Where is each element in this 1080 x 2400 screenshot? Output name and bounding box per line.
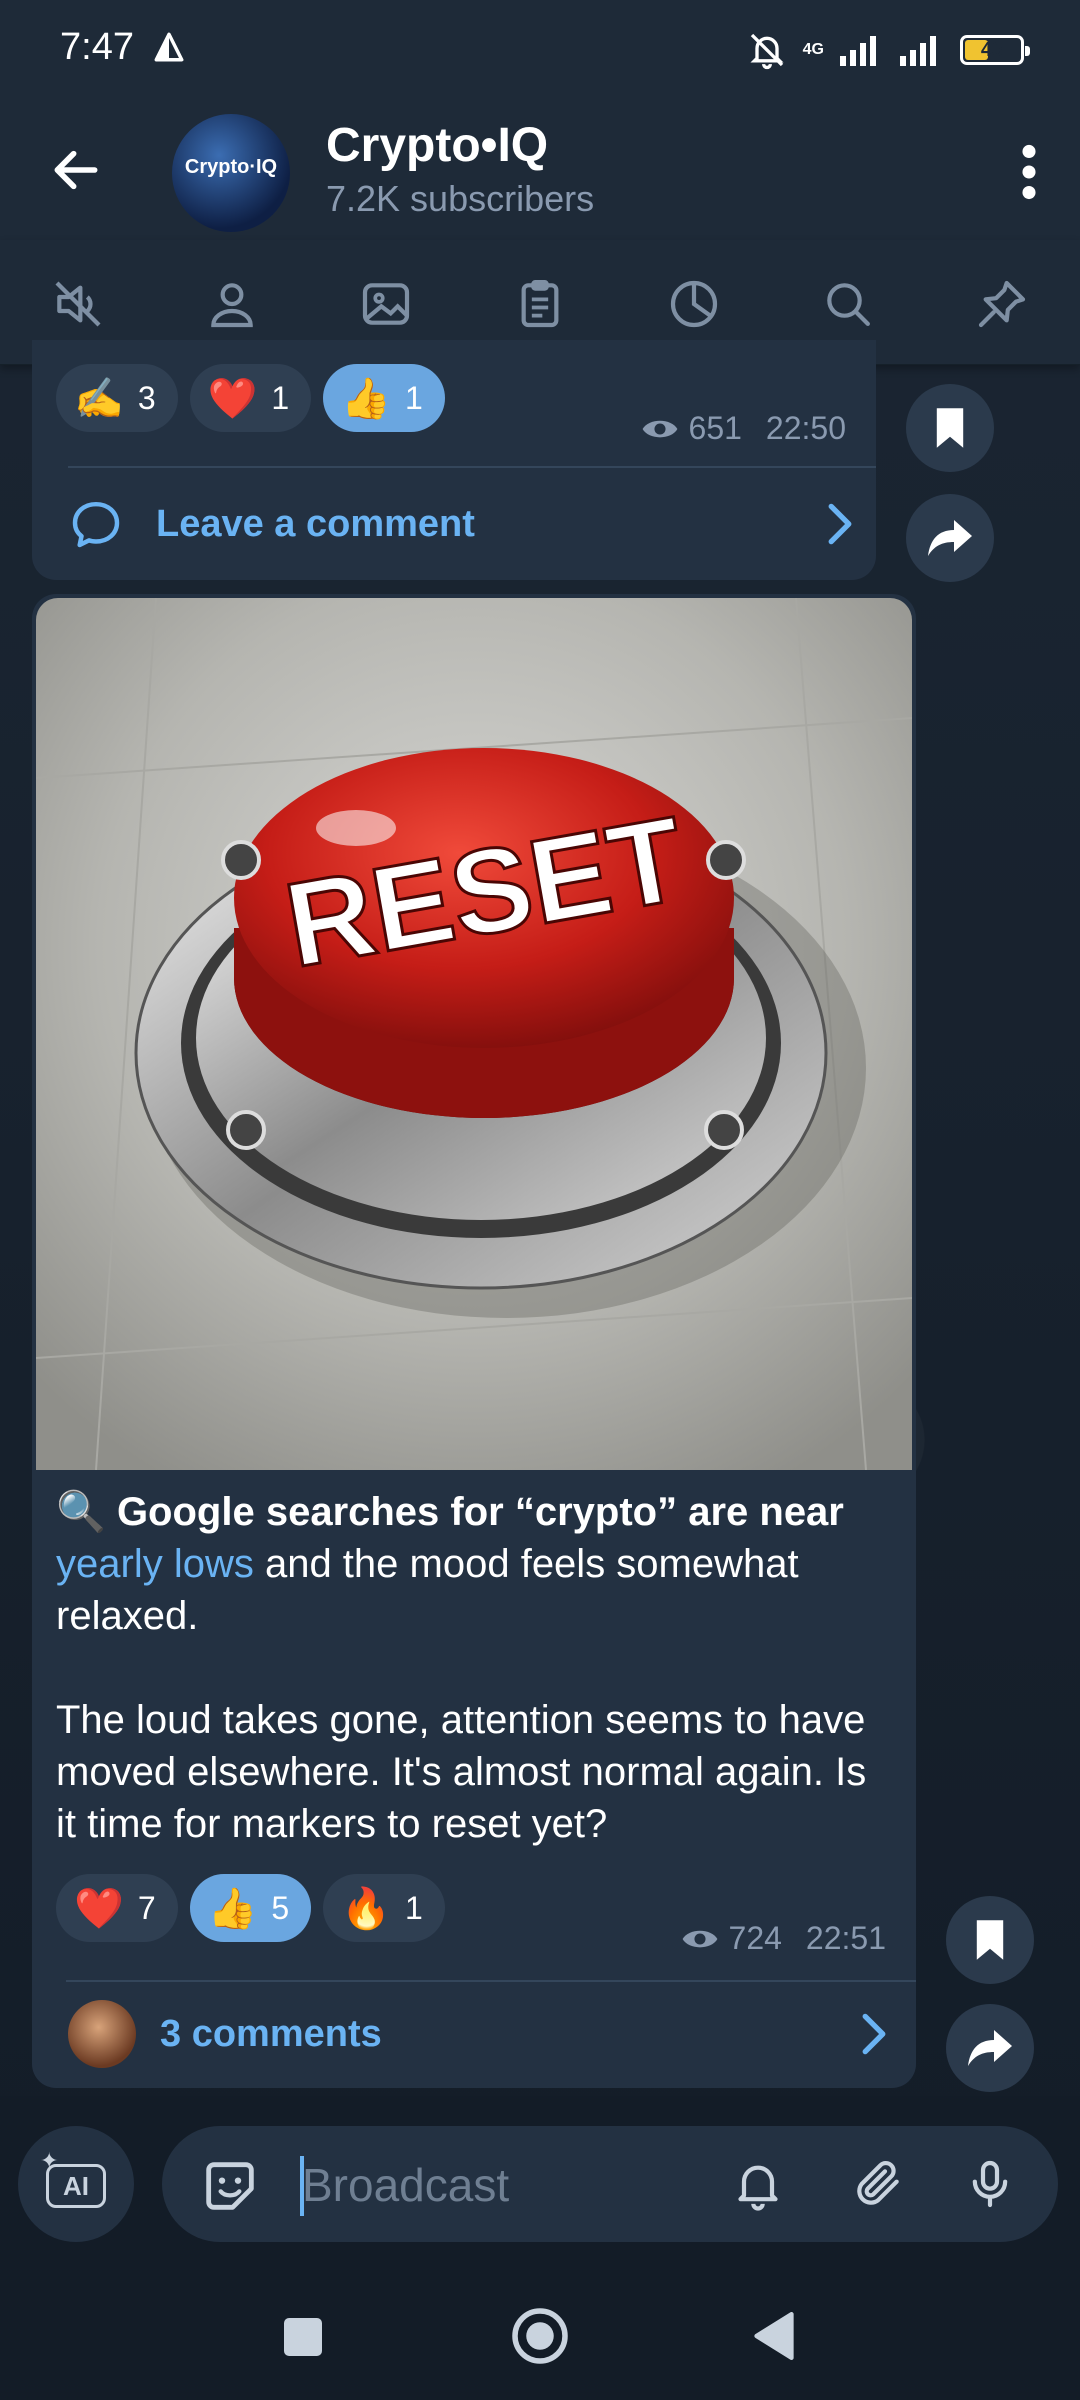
forward-arrow-icon bbox=[968, 2030, 1012, 2066]
comments-count-label: 3 comments bbox=[160, 2012, 382, 2055]
reaction-count: 3 bbox=[137, 379, 156, 416]
bookmark-icon bbox=[936, 408, 964, 448]
reaction-count: 1 bbox=[405, 379, 423, 416]
reaction-count: 1 bbox=[405, 1889, 423, 1926]
reaction-count: 1 bbox=[271, 379, 290, 416]
views-eye-icon bbox=[642, 420, 677, 437]
post-headline: Google searches for “crypto” are near bbox=[116, 1490, 844, 1534]
post-text: 🔍 Google searches for “crypto” are near … bbox=[56, 1486, 896, 1850]
views-eye-icon bbox=[682, 1930, 717, 1947]
reactions-row-1: ✍️ 3 ❤️ 1 👍 1 bbox=[56, 364, 445, 432]
view-count: 724 bbox=[728, 1920, 782, 1956]
notification-bell-icon[interactable] bbox=[730, 2156, 786, 2212]
avatar-label: Crypto·IQ bbox=[184, 156, 278, 178]
mute-icon[interactable] bbox=[50, 276, 106, 332]
system-nav-bar bbox=[0, 2272, 1080, 2400]
reaction-emoji: ✍️ bbox=[74, 376, 124, 421]
divider bbox=[66, 1980, 916, 1982]
message-meta-2: 724 22:51 bbox=[681, 1920, 886, 1957]
sparkle-icon: ✦ bbox=[40, 2148, 59, 2173]
post-image[interactable]: RESET bbox=[36, 598, 912, 1470]
battery-icon: 43 bbox=[960, 35, 1030, 65]
home-button[interactable] bbox=[510, 2306, 570, 2366]
leave-comment-button[interactable]: Leave a comment bbox=[68, 488, 858, 560]
message-input[interactable]: Broadcast bbox=[162, 2126, 1058, 2242]
stats-icon[interactable] bbox=[666, 276, 722, 332]
microphone-icon[interactable] bbox=[962, 2156, 1018, 2212]
ai-button[interactable]: AI ✦ bbox=[18, 2126, 134, 2242]
magnifier-emoji: 🔍 bbox=[56, 1490, 106, 1534]
comment-bubble-icon bbox=[72, 501, 120, 548]
reaction-count: 7 bbox=[137, 1889, 156, 1926]
message-placeholder: Broadcast bbox=[302, 2159, 510, 2211]
members-icon[interactable] bbox=[204, 276, 260, 332]
save-message-button[interactable] bbox=[906, 384, 994, 472]
forward-message-button[interactable] bbox=[906, 494, 994, 582]
message-bubble-2[interactable]: RESET 🔍 Google searches for “crypto” are… bbox=[32, 594, 916, 2088]
pin-icon[interactable] bbox=[974, 276, 1030, 332]
channel-subscribers: 7.2K subscribers bbox=[326, 178, 595, 219]
reaction-emoji: 👍 bbox=[207, 1886, 258, 1931]
back-nav-button[interactable] bbox=[752, 2312, 796, 2360]
message-time: 22:51 bbox=[805, 1920, 886, 1956]
message-time: 22:50 bbox=[765, 410, 846, 446]
composer-bar: AI ✦ Broadcast bbox=[0, 2096, 1080, 2272]
status-icons: 4G 43 bbox=[747, 30, 1030, 70]
message-meta-1: 651 22:50 bbox=[641, 410, 846, 447]
signal-icon-2 bbox=[900, 36, 936, 66]
more-options-icon[interactable] bbox=[1014, 144, 1044, 200]
reaction-count: 5 bbox=[271, 1889, 290, 1926]
reaction-chip[interactable]: ❤️ 1 bbox=[189, 364, 312, 432]
post-link-yearly-lows[interactable]: yearly lows bbox=[56, 1542, 254, 1586]
network-type: 4G bbox=[802, 41, 824, 58]
reaction-chip[interactable]: 👍 5 bbox=[189, 1874, 312, 1942]
muted-bell-icon bbox=[750, 33, 784, 70]
comments-button[interactable]: 3 comments bbox=[68, 1998, 892, 2070]
message-bubble-1[interactable]: ✍️ 3 ❤️ 1 👍 1 651 22:50 Leave a comment bbox=[32, 340, 876, 580]
forward-message-button[interactable] bbox=[946, 2004, 1034, 2092]
status-time: 7:47 bbox=[60, 26, 134, 68]
reaction-chip[interactable]: ✍️ 3 bbox=[56, 364, 178, 432]
reaction-chip[interactable]: ❤️ 7 bbox=[56, 1874, 178, 1942]
post-paragraph-2: The loud takes gone, attention seems to … bbox=[56, 1698, 867, 1846]
reset-button-illustration: RESET bbox=[36, 598, 912, 1470]
save-message-button[interactable] bbox=[946, 1896, 1034, 1984]
channel-avatar[interactable]: Crypto·IQ bbox=[172, 114, 290, 232]
status-bar: 7:47 4G 43 bbox=[0, 0, 1080, 100]
view-count: 651 bbox=[688, 410, 742, 446]
reaction-emoji: 🔥 bbox=[341, 1886, 392, 1931]
recents-button[interactable] bbox=[284, 2318, 322, 2356]
commenter-avatar bbox=[68, 2000, 136, 2068]
reaction-emoji: 👍 bbox=[341, 376, 392, 421]
reactions-row-2: ❤️ 7 👍 5 🔥 1 bbox=[56, 1874, 445, 1942]
leave-comment-label: Leave a comment bbox=[156, 502, 475, 545]
reaction-emoji: ❤️ bbox=[74, 1886, 124, 1931]
reaction-emoji: ❤️ bbox=[207, 376, 258, 421]
reaction-chip[interactable]: 👍 1 bbox=[323, 364, 445, 432]
emoji-sticker-icon[interactable] bbox=[198, 2154, 262, 2218]
bookmark-icon bbox=[976, 1920, 1004, 1960]
chat-header: Crypto·IQ Crypto•IQ 7.2K subscribers bbox=[0, 100, 1080, 240]
search-icon[interactable] bbox=[820, 276, 876, 332]
forward-arrow-icon bbox=[928, 520, 972, 556]
chevron-right-icon bbox=[828, 503, 852, 545]
warning-icon bbox=[154, 32, 184, 62]
media-icon[interactable] bbox=[358, 276, 414, 332]
back-arrow-icon[interactable] bbox=[48, 142, 104, 198]
divider bbox=[68, 466, 876, 468]
battery-level: 43 bbox=[980, 39, 1004, 61]
attach-paperclip-icon[interactable] bbox=[850, 2156, 906, 2212]
reaction-chip[interactable]: 🔥 1 bbox=[323, 1874, 445, 1942]
channel-title[interactable]: Crypto•IQ bbox=[326, 118, 548, 173]
chevron-right-icon bbox=[862, 2013, 886, 2055]
signal-icon bbox=[840, 36, 876, 66]
files-icon[interactable] bbox=[512, 276, 568, 332]
